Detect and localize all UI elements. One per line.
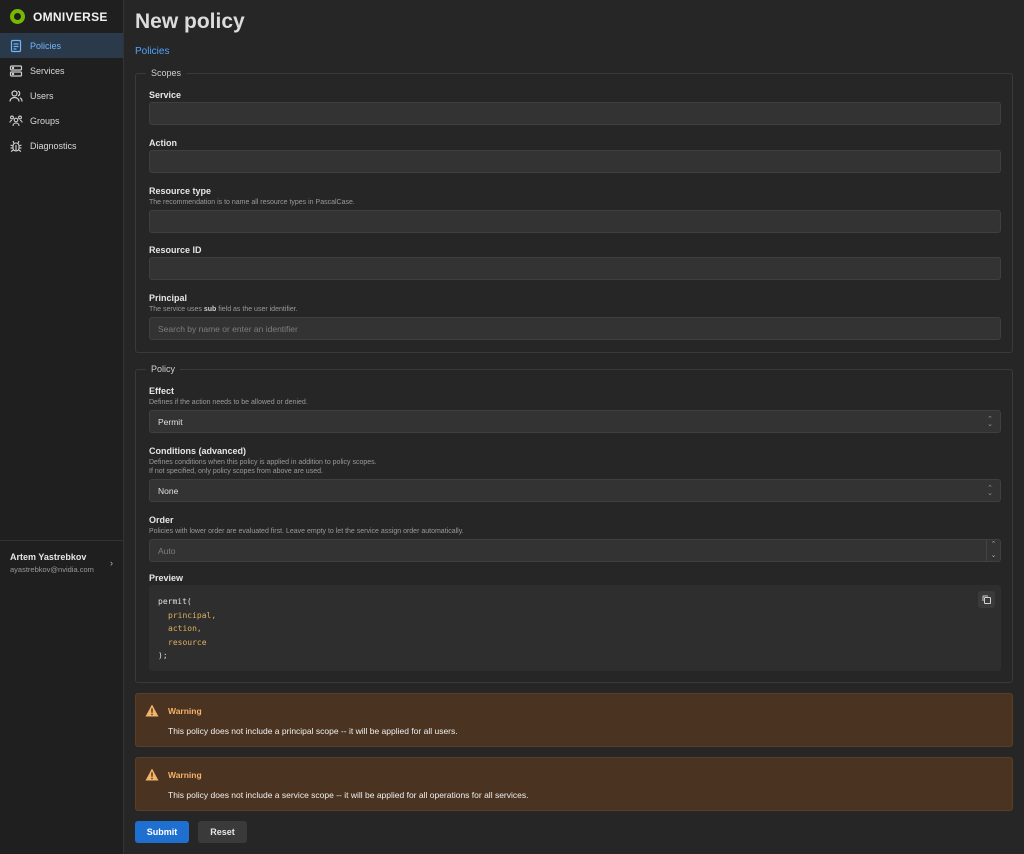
brand-name: OMNIVERSE (33, 9, 108, 24)
warning-principal-scope: Warning This policy does not include a p… (135, 693, 1013, 747)
warning-title: Warning (168, 706, 202, 716)
order-stepper[interactable]: ⌃ ⌄ (986, 540, 1000, 561)
conditions-help: Defines conditions when this policy is a… (149, 459, 377, 475)
action-field-label: Action (149, 138, 1001, 148)
user-menu[interactable]: Artem Yastrebkov ayastrebkov@nvidia.com … (0, 540, 123, 586)
effect-select[interactable]: Permit ⌃ ⌄ (149, 410, 1001, 433)
code-arg-action: action, (168, 624, 202, 633)
chevron-right-icon: › (110, 558, 113, 568)
effect-field-label: Effect Defines if the action needs to be… (149, 386, 1001, 407)
conditions-select[interactable]: None ⌃ ⌄ (149, 479, 1001, 502)
conditions-selected-value: None (158, 485, 179, 496)
document-icon (9, 39, 23, 53)
submit-button[interactable]: Submit (135, 821, 189, 843)
preview-field-label: Preview (149, 573, 1001, 583)
resource-type-input[interactable] (149, 210, 1001, 233)
breadcrumb-policies[interactable]: Policies (135, 46, 169, 57)
order-help: Policies with lower order are evaluated … (149, 528, 464, 535)
code-arg-principal: principal, (168, 610, 217, 620)
warning-triangle-icon (145, 704, 159, 717)
resource-id-field-label: Resource ID (149, 245, 1001, 255)
sidebar-item-label: Diagnostics (30, 140, 77, 151)
code-arg-resource: resource (168, 637, 207, 647)
service-field-label: Service (149, 90, 1001, 100)
preview-label: Preview (149, 573, 184, 583)
sidebar-item-diagnostics[interactable]: Diagnostics (0, 133, 123, 158)
resource-id-input[interactable] (149, 257, 1001, 280)
copy-icon (982, 595, 991, 604)
scopes-section: Scopes Service Action Resource type The … (135, 68, 1013, 353)
sidebar-item-label: Groups (30, 115, 60, 126)
resource-type-label: Resource type (149, 186, 212, 196)
users-icon (9, 89, 23, 103)
policy-legend: Policy (146, 364, 181, 374)
action-label: Action (149, 138, 177, 148)
principal-placeholder: Search by name or enter an identifier (158, 323, 298, 334)
principal-search-input[interactable]: Search by name or enter an identifier (149, 317, 1001, 340)
conditions-label: Conditions (advanced) (149, 446, 247, 456)
select-arrows-icon: ⌃ ⌄ (987, 416, 993, 428)
warning-title: Warning (168, 770, 202, 780)
policy-preview-code: permit( principal, action, resource ); (149, 585, 1001, 671)
omniverse-logo-icon (10, 9, 25, 24)
stepper-down-icon[interactable]: ⌄ (987, 551, 1000, 562)
conditions-field-label: Conditions (advanced) Defines conditions… (149, 446, 1001, 476)
resource-type-help: The recommendation is to name all resour… (149, 199, 355, 206)
service-input[interactable] (149, 102, 1001, 125)
warning-text: This policy does not include a principal… (168, 726, 458, 736)
bug-icon (9, 139, 23, 153)
sidebar-item-policies[interactable]: Policies (0, 33, 123, 58)
code-open: permit( (158, 597, 192, 606)
sidebar-item-groups[interactable]: Groups (0, 108, 123, 133)
policy-section: Policy Effect Defines if the action need… (135, 364, 1013, 683)
groups-icon (9, 114, 23, 128)
service-label: Service (149, 90, 182, 100)
sidebar-item-label: Users (30, 90, 54, 101)
order-number-input[interactable]: Auto ⌃ ⌄ (149, 539, 1001, 562)
principal-label: Principal (149, 293, 188, 303)
stepper-up-icon[interactable]: ⌃ (987, 540, 1000, 551)
principal-help: The service uses sub field as the user i… (149, 306, 298, 313)
principal-field-label: Principal The service uses sub field as … (149, 293, 1001, 314)
resource-type-field-label: Resource type The recommendation is to n… (149, 186, 1001, 207)
warning-service-scope: Warning This policy does not include a s… (135, 757, 1013, 811)
warning-text: This policy does not include a service s… (168, 790, 529, 800)
sidebar-item-label: Services (30, 65, 65, 76)
sidebar-item-users[interactable]: Users (0, 83, 123, 108)
reset-button[interactable]: Reset (198, 821, 247, 843)
effect-help: Defines if the action needs to be allowe… (149, 399, 308, 406)
code-close: ); (158, 651, 168, 660)
order-label: Order (149, 515, 174, 525)
order-placeholder: Auto (158, 545, 176, 556)
warning-triangle-icon (145, 768, 159, 781)
brand-logo[interactable]: OMNIVERSE (0, 0, 123, 33)
server-icon (9, 64, 23, 78)
effect-selected-value: Permit (158, 416, 183, 427)
user-email: ayastrebkov@nvidia.com (10, 565, 94, 574)
user-name: Artem Yastrebkov (10, 552, 87, 562)
order-field-label: Order Policies with lower order are eval… (149, 515, 1001, 536)
resource-id-label: Resource ID (149, 245, 202, 255)
select-arrows-icon: ⌃ ⌄ (987, 485, 993, 497)
page-title: New policy (135, 10, 245, 33)
sidebar: OMNIVERSE Policies Services Users Groups… (0, 0, 124, 854)
scopes-legend: Scopes (146, 68, 187, 78)
effect-label: Effect (149, 386, 175, 396)
sidebar-item-services[interactable]: Services (0, 58, 123, 83)
sidebar-item-label: Policies (30, 40, 62, 51)
copy-button[interactable] (978, 591, 995, 608)
action-input[interactable] (149, 150, 1001, 173)
